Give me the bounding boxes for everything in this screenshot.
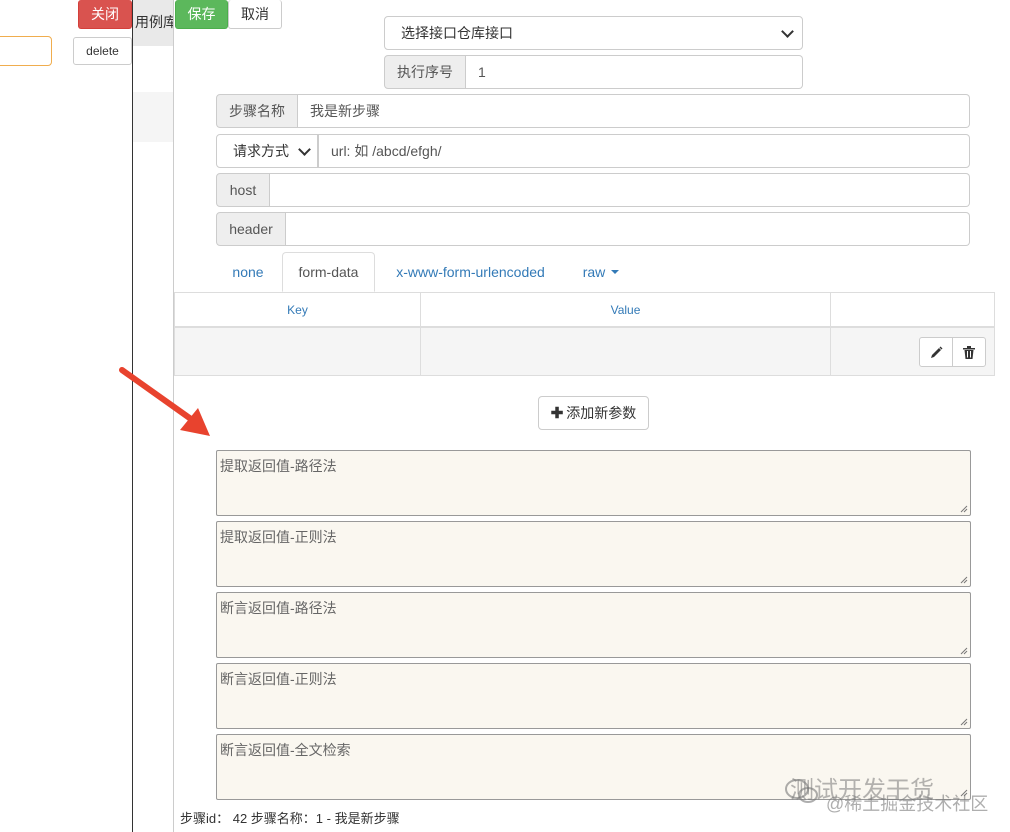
column-header-key: Key (174, 293, 421, 328)
textarea-placeholder: 断言返回值-路径法 (220, 600, 337, 616)
edit-button[interactable] (919, 337, 953, 367)
method-select-value: 请求方式 (233, 143, 289, 159)
resize-grip-icon[interactable] (960, 718, 968, 726)
exec-order-label: 执行序号 (384, 55, 466, 89)
exec-order-input[interactable]: 1 (466, 55, 803, 89)
plus-icon: ✚ (550, 405, 564, 422)
tab-raw[interactable]: raw (570, 252, 632, 292)
step-info-footer: 步骤id： 42 步骤名称：1 - 我是新步骤 (180, 811, 400, 826)
column-header-value: Value (421, 293, 831, 328)
extract-regex-textarea[interactable]: 提取返回值-正则法 (216, 521, 971, 587)
background-tab[interactable]: 用例库 (133, 0, 174, 46)
tab-label: form-data (298, 264, 359, 280)
chevron-down-icon (298, 142, 311, 156)
watermark-subtitle: @稀土掘金技术社区 (826, 794, 989, 814)
table-cell-value[interactable] (421, 328, 831, 376)
header-label: header (216, 212, 286, 246)
background-panel (133, 92, 174, 142)
tab-none[interactable]: none (218, 252, 278, 292)
textarea-placeholder: 提取返回值-路径法 (220, 458, 337, 474)
host-label: host (216, 173, 270, 207)
textarea-placeholder: 断言返回值-正则法 (220, 671, 337, 687)
caret-down-icon (611, 270, 620, 274)
step-name-input[interactable]: 我是新步骤 (298, 94, 970, 128)
step-name-label: 步骤名称 (216, 94, 298, 128)
pencil-icon (930, 346, 942, 358)
delete-row-button[interactable] (952, 337, 986, 367)
tab-x-www-form-urlencoded[interactable]: x-www-form-urlencoded (382, 252, 559, 292)
add-param-button[interactable]: ✚ 添加新参数 (538, 396, 649, 430)
resize-grip-icon[interactable] (960, 505, 968, 513)
resize-grip-icon[interactable] (960, 647, 968, 655)
background-input[interactable] (0, 36, 52, 66)
close-button[interactable]: 关闭 (78, 0, 132, 29)
repo-select[interactable]: 选择接口仓库接口 (384, 16, 803, 50)
delete-button[interactable]: delete (73, 37, 132, 65)
add-param-label: 添加新参数 (566, 405, 637, 421)
trash-icon (963, 345, 975, 359)
url-input[interactable]: url: 如 /abcd/efgh/ (318, 134, 970, 168)
tab-label: x-www-form-urlencoded (396, 264, 545, 280)
extract-path-textarea[interactable]: 提取返回值-路径法 (216, 450, 971, 516)
assert-regex-textarea[interactable]: 断言返回值-正则法 (216, 663, 971, 729)
textarea-placeholder: 提取返回值-正则法 (220, 529, 337, 545)
save-button[interactable]: 保存 (175, 0, 228, 29)
chevron-down-icon (781, 24, 794, 38)
host-input[interactable] (270, 173, 970, 207)
textarea-placeholder: 断言返回值-全文检索 (220, 742, 351, 758)
cancel-button[interactable]: 取消 (228, 0, 282, 29)
tab-form-data[interactable]: form-data (282, 252, 375, 292)
tab-label: raw (582, 264, 606, 280)
header-input[interactable] (286, 212, 970, 246)
assert-path-textarea[interactable]: 断言返回值-路径法 (216, 592, 971, 658)
resize-grip-icon[interactable] (960, 576, 968, 584)
column-header-actions (831, 293, 995, 328)
tab-label: none (232, 264, 264, 280)
annotation-arrow-icon (119, 367, 210, 436)
method-select[interactable]: 请求方式 (216, 134, 318, 168)
repo-select-value: 选择接口仓库接口 (401, 25, 513, 41)
